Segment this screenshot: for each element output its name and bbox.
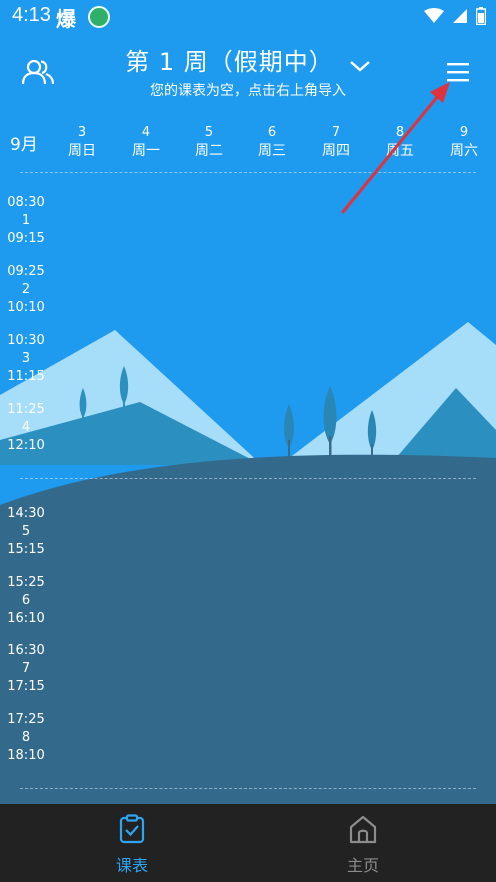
day-header: 5 周二 <box>195 125 223 159</box>
battery-icon <box>476 7 486 25</box>
tab-schedule[interactable]: 课表 <box>72 814 192 876</box>
signal-icon <box>453 9 467 23</box>
day-header: 9 周六 <box>450 125 478 159</box>
bottom-navigation: 课表 主页 <box>0 804 496 882</box>
home-icon <box>349 815 377 844</box>
period-slot: 08:30 1 09:15 <box>7 195 45 246</box>
schedule-icon <box>119 814 145 844</box>
tab-home[interactable]: 主页 <box>303 814 423 876</box>
period-slot: 11:25 4 12:10 <box>7 402 45 453</box>
day-header: 4 周一 <box>132 125 160 159</box>
lunch-divider-line <box>20 478 476 479</box>
period-slot: 14:30 5 15:15 <box>7 506 45 557</box>
day-header: 6 周三 <box>258 125 286 159</box>
menu-button[interactable] <box>436 50 480 94</box>
wifi-icon <box>424 8 444 23</box>
tab-schedule-label: 课表 <box>115 856 148 875</box>
period-slot: 09:25 2 10:10 <box>7 264 45 315</box>
period-slot: 10:30 3 11:15 <box>7 333 45 384</box>
divider-line <box>20 788 476 789</box>
status-bar: 4:13 爆 <box>0 0 496 34</box>
day-header: 7 周四 <box>322 125 350 159</box>
month-label: 9月 <box>10 135 38 155</box>
period-slot: 15:25 6 16:10 <box>7 575 45 626</box>
day-header-row: 9月 3 周日 4 周一 5 周二 6 周三 7 周四 8 周五 9 周六 <box>0 118 496 168</box>
green-app-icon <box>88 6 110 28</box>
empty-schedule-hint: 您的课表为空，点击右上角导入 <box>150 83 346 99</box>
system-icons <box>424 7 486 25</box>
period-slot: 17:25 8 18:10 <box>7 712 45 763</box>
tab-home-label: 主页 <box>346 856 379 875</box>
chevron-down-icon[interactable] <box>349 59 371 73</box>
menu-icon <box>447 63 469 82</box>
day-header: 3 周日 <box>68 125 96 159</box>
day-header: 8 周五 <box>386 125 414 159</box>
status-time: 4:13 <box>12 4 51 26</box>
app-header: 第 1 周（假期中） 您的课表为空，点击右上角导入 <box>0 34 496 114</box>
week-selector[interactable]: 第 1 周（假期中） <box>0 42 496 77</box>
app-notification-icon: 爆 <box>56 7 76 31</box>
divider-line <box>20 172 476 173</box>
period-slot: 16:30 7 17:15 <box>7 643 45 694</box>
week-title[interactable]: 第 1 周（假期中） <box>125 42 334 77</box>
